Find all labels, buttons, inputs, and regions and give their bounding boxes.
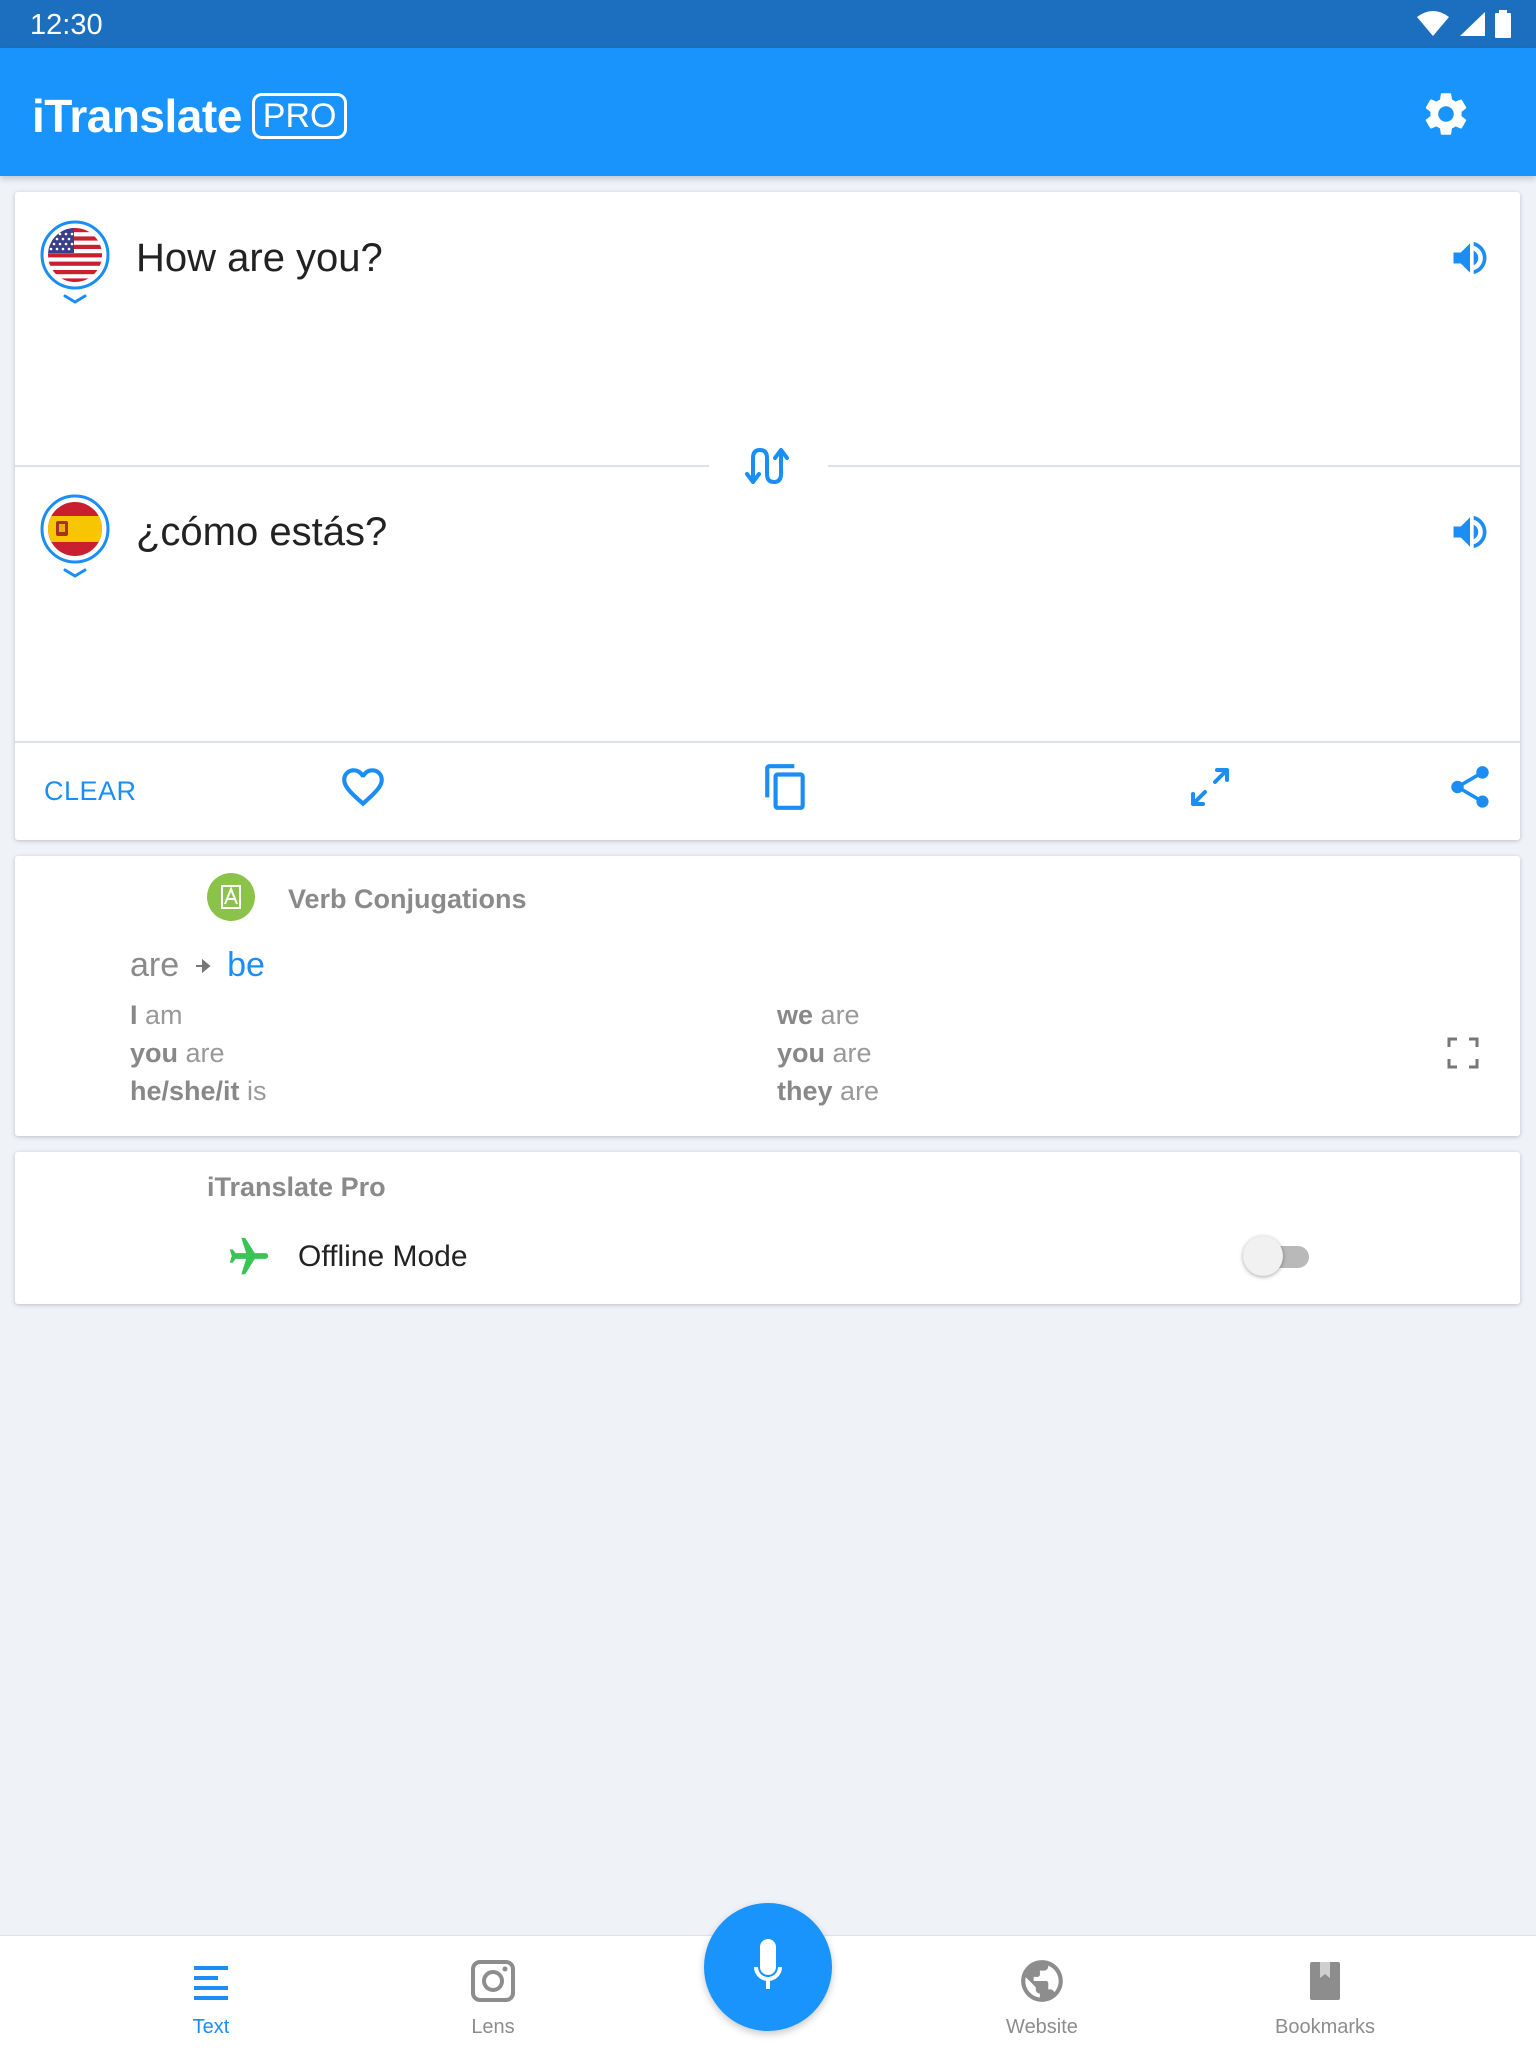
divider [15, 465, 709, 467]
camera-icon [471, 1960, 515, 2002]
spain-flag-icon[interactable] [40, 494, 110, 584]
verb-conjugations-title: Verb Conjugations [288, 884, 527, 914]
globe-icon [1021, 1960, 1063, 2002]
offline-mode-toggle[interactable] [1243, 1234, 1323, 1278]
conjugation-row: you are [777, 1038, 872, 1068]
translation-card: How are you? ¿cómo estás? CLEAR [15, 192, 1520, 840]
verb-infinitive: be [227, 946, 265, 984]
clear-button[interactable]: CLEAR [44, 776, 137, 807]
share-icon[interactable] [1445, 762, 1495, 812]
verb-conjugations-card[interactable]: Verb Conjugations are be I am you are he… [15, 856, 1520, 1136]
us-flag-icon[interactable] [40, 220, 110, 310]
arrow-right-icon [196, 958, 211, 973]
pro-badge: PRO [251, 93, 348, 139]
offline-mode-label: Offline Mode [298, 1240, 468, 1273]
conjugation-row: I am [130, 1000, 183, 1030]
cellular-signal-icon [1460, 12, 1485, 36]
app-bar: iTranslate PRO [0, 48, 1536, 176]
target-text[interactable]: ¿cómo estás? [136, 510, 387, 555]
app-title: iTranslate PRO [32, 86, 348, 146]
divider [828, 465, 1520, 467]
nav-item-text[interactable]: Text [121, 1936, 301, 2048]
conjugation-row: they are [777, 1076, 880, 1106]
nav-item-label: Website [1006, 2016, 1078, 2038]
toggle-thumb [1243, 1236, 1283, 1276]
favorite-heart-icon[interactable] [338, 762, 388, 812]
fullscreen-expand-icon[interactable] [1185, 762, 1235, 812]
status-time: 12:30 [30, 9, 103, 41]
nav-item-lens[interactable]: Lens [403, 1936, 583, 2048]
conjugation-row: you are [130, 1038, 225, 1068]
bookmark-icon [1310, 1962, 1340, 2000]
pro-features-card: iTranslate Pro Offline Mode [15, 1152, 1520, 1304]
conjugations-singular: I am you are he/she/it is [130, 996, 267, 1110]
source-speaker-icon[interactable] [1448, 236, 1492, 280]
wifi-icon [1417, 11, 1449, 36]
microphone-icon [754, 1939, 782, 1989]
verb-base-form: are be [130, 946, 265, 985]
nav-item-label: Bookmarks [1274, 2016, 1376, 2038]
conjugation-row: he/she/it is [130, 1076, 267, 1106]
swap-languages-icon[interactable] [743, 444, 791, 488]
target-speaker-icon[interactable] [1448, 510, 1492, 554]
nav-item-label: Lens [471, 2016, 515, 2038]
battery-icon [1495, 10, 1511, 38]
conjugation-row: we are [777, 1000, 860, 1030]
source-text[interactable]: How are you? [136, 236, 383, 281]
nav-item-label: Text [192, 2016, 230, 2038]
app-name: iTranslate [32, 90, 242, 142]
text-lines-icon [194, 1966, 228, 2000]
pro-section-title: iTranslate Pro [207, 1172, 386, 1202]
nav-item-website[interactable]: Website [952, 1936, 1132, 2048]
verb-source-word: are [130, 946, 180, 984]
nav-item-bookmarks[interactable]: Bookmarks [1235, 1936, 1415, 2048]
expand-icon[interactable] [1446, 1036, 1480, 1070]
dictionary-icon [207, 873, 255, 921]
conjugations-plural: we are you are they are [777, 996, 879, 1110]
status-icons [1416, 10, 1512, 38]
copy-icon[interactable] [761, 762, 811, 812]
microphone-button[interactable] [704, 1903, 832, 2031]
divider [15, 741, 1520, 743]
airplane-icon [229, 1237, 269, 1275]
status-bar: 12:30 [0, 0, 1536, 48]
settings-gear-icon[interactable] [1420, 88, 1472, 140]
